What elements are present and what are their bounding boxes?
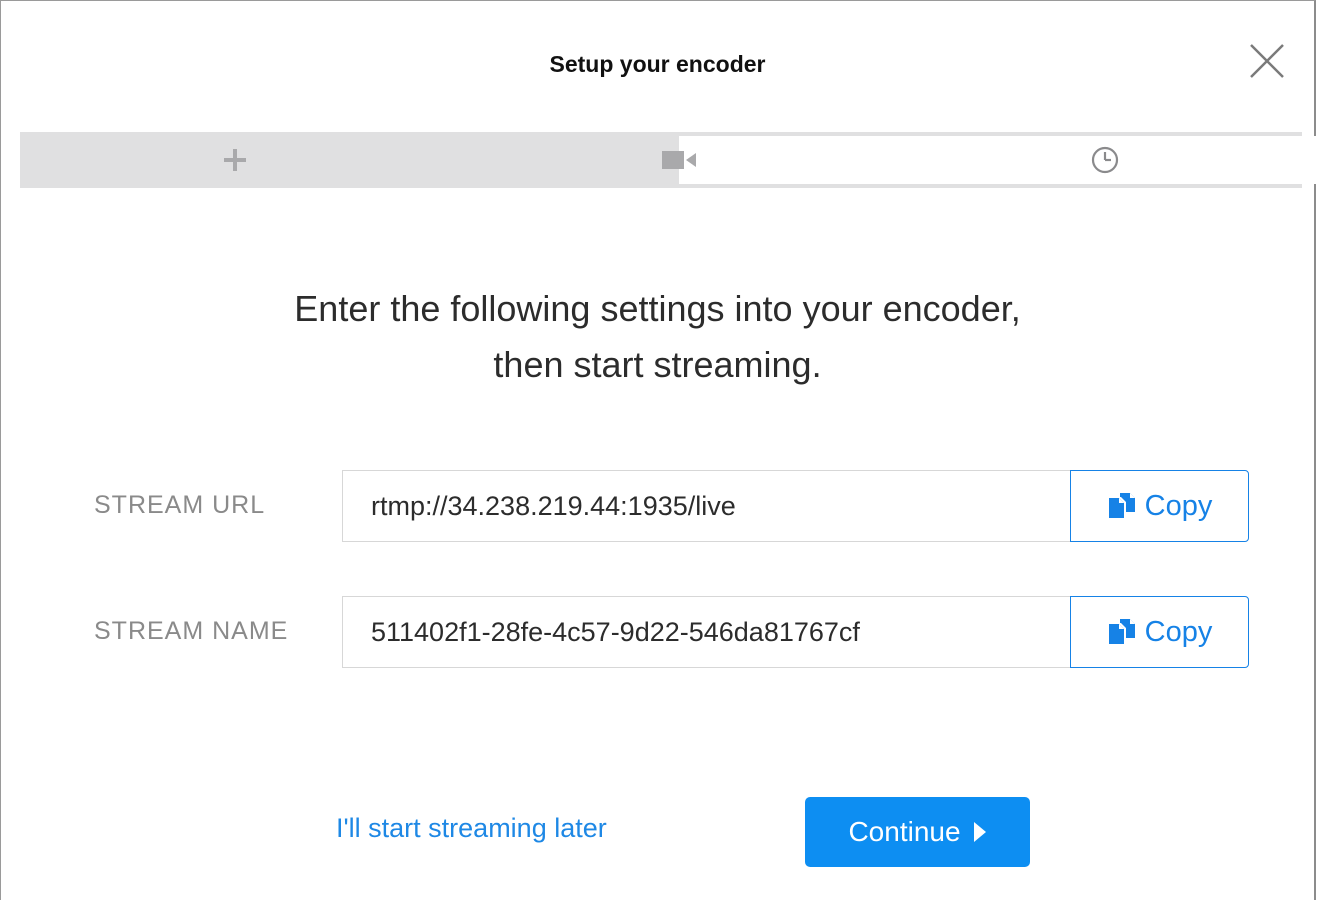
step-add: [195, 132, 275, 188]
close-button[interactable]: [1247, 41, 1287, 81]
copy-icon: [1108, 493, 1135, 518]
copy-icon: [1108, 619, 1135, 644]
instructions-line-1: Enter the following settings into your e…: [294, 288, 1021, 329]
close-icon[interactable]: [1247, 41, 1287, 81]
step-schedule: [1045, 132, 1165, 188]
continue-label: Continue: [848, 816, 961, 847]
caret-right-icon: [973, 822, 986, 842]
stream-url-field[interactable]: rtmp://34.238.219.44:1935/live: [342, 470, 1071, 542]
clock-icon: [1091, 146, 1119, 174]
continue-button[interactable]: Continue: [805, 797, 1030, 867]
dialog-title: Setup your encoder: [549, 51, 766, 77]
instructions-text: Enter the following settings into your e…: [1, 281, 1314, 393]
plus-icon: [224, 149, 246, 171]
instructions-line-2: then start streaming.: [493, 344, 822, 385]
start-later-link[interactable]: I'll start streaming later: [336, 813, 607, 844]
copy-stream-name-label: Copy: [1144, 615, 1213, 648]
step-progress-bar: [20, 132, 1316, 188]
video-camera-icon: [662, 151, 696, 169]
progress-remaining: [679, 136, 1316, 184]
copy-stream-name-button[interactable]: Copy: [1070, 596, 1249, 668]
stream-url-label: STREAM URL: [94, 491, 266, 519]
copy-stream-url-button[interactable]: Copy: [1070, 470, 1249, 542]
step-encoder: [620, 132, 740, 188]
stream-name-label: STREAM NAME: [94, 617, 289, 645]
copy-stream-url-label: Copy: [1144, 489, 1213, 522]
stream-name-field[interactable]: 511402f1-28fe-4c57-9d22-546da81767cf: [342, 596, 1071, 668]
setup-encoder-dialog: Setup your encoder Enter the following s…: [0, 0, 1316, 900]
